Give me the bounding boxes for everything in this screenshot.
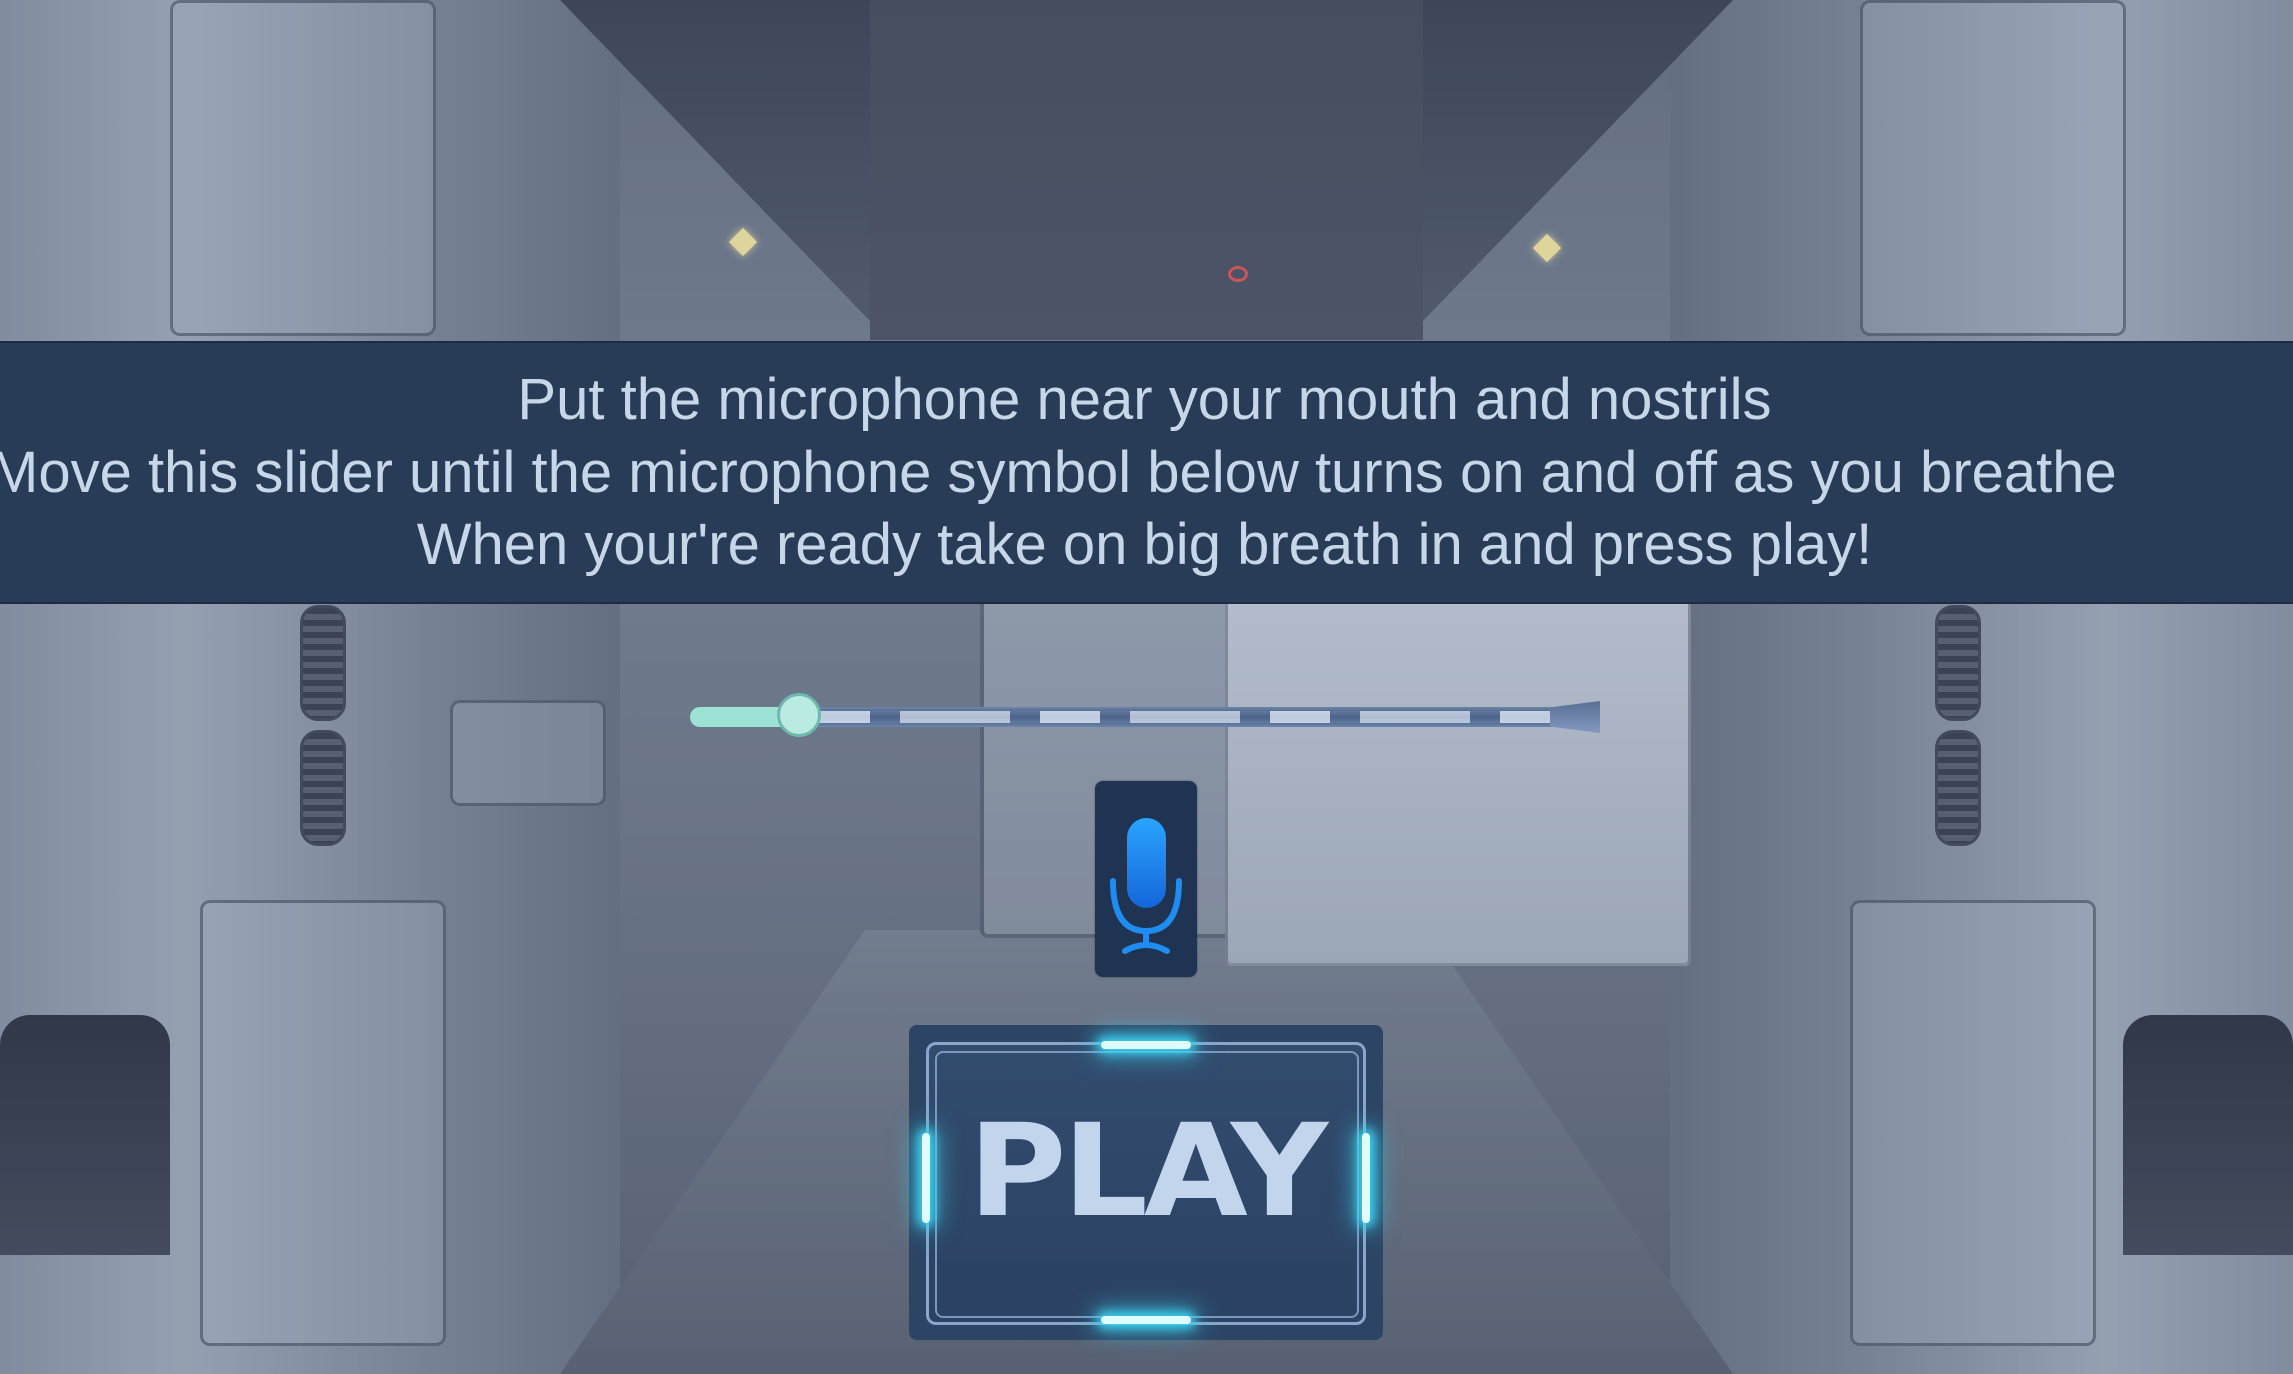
instruction-line-2-text: Move this slider until the microphone sy… xyxy=(0,440,2117,505)
play-button[interactable]: PLAY xyxy=(909,1025,1383,1340)
play-button-glow-top xyxy=(1101,1041,1191,1049)
play-button-label: PLAY xyxy=(968,1097,1328,1246)
sensitivity-slider[interactable] xyxy=(690,693,1610,739)
instruction-banner: Put the microphone near your mouth and n… xyxy=(0,341,2293,604)
instruction-line-1: Put the microphone near your mouth and n… xyxy=(517,367,1772,432)
slider-handle[interactable] xyxy=(777,693,822,737)
play-button-glow-bottom xyxy=(1101,1316,1191,1324)
game-screen: Put the microphone near your mouth and n… xyxy=(0,0,2293,1374)
microphone-indicator xyxy=(1095,781,1197,977)
microphone-icon xyxy=(1110,818,1182,954)
instruction-line-3: When your're ready take on big breath in… xyxy=(416,512,1873,577)
slider-track-glow xyxy=(810,711,1580,723)
slider-track-end xyxy=(1550,701,1600,733)
